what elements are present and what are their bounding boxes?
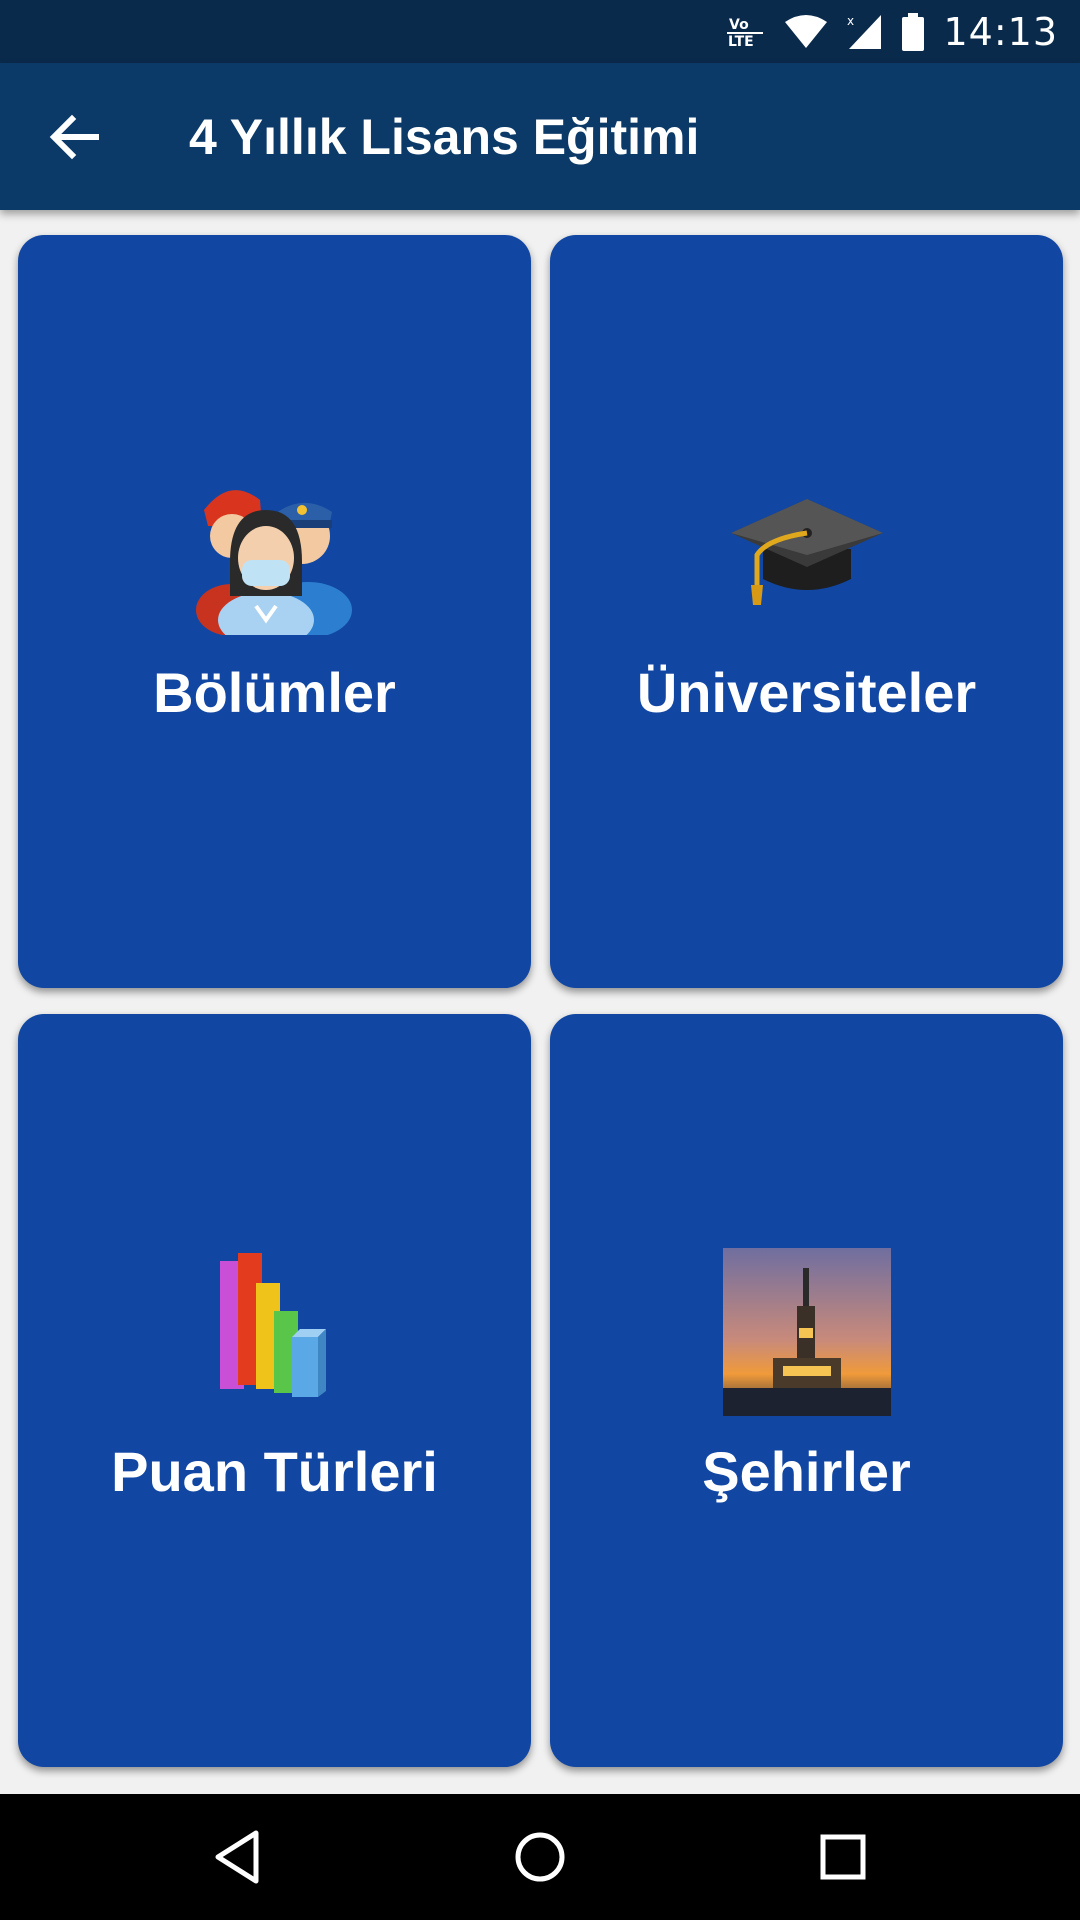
card-label: Üniversiteler (636, 661, 977, 724)
wifi-icon (783, 14, 829, 50)
status-time: 14:13 (943, 9, 1058, 54)
card-sehirler[interactable]: Şehirler (550, 1014, 1063, 1767)
battery-icon (901, 12, 925, 51)
svg-text:LTE: LTE (728, 34, 754, 50)
nav-back-button[interactable] (157, 1794, 317, 1920)
card-universiteler[interactable]: Üniversiteler (550, 235, 1063, 988)
back-button[interactable] (19, 82, 129, 192)
cell-signal-icon: x (847, 13, 883, 51)
recents-square-icon (820, 1834, 866, 1880)
professions-people-icon (18, 470, 531, 635)
page-title: 4 Yıllık Lisans Eğitimi (189, 108, 700, 165)
svg-text:x: x (847, 14, 854, 28)
bar-chart-icon (18, 1249, 531, 1414)
card-puan-turleri[interactable]: Puan Türleri (18, 1014, 531, 1767)
nav-home-button[interactable] (460, 1794, 620, 1920)
back-triangle-icon (215, 1830, 259, 1884)
card-bolumler[interactable]: Bölümler (18, 235, 531, 988)
svg-text:Vo: Vo (729, 17, 749, 33)
volte-icon: Vo LTE (725, 14, 765, 50)
maiden-tower-photo-icon (550, 1247, 1063, 1416)
card-label: Puan Türleri (111, 1440, 438, 1503)
home-circle-icon (515, 1832, 565, 1882)
card-label: Şehirler (702, 1440, 911, 1503)
status-bar: Vo LTE x 14:13 (0, 0, 1080, 63)
menu-grid: Bölümler Üniversiteler Puan Türleri Şehi… (18, 235, 1063, 1770)
nav-recents-button[interactable] (763, 1794, 923, 1920)
arrow-back-icon (49, 114, 99, 159)
system-nav-bar (0, 1794, 1080, 1920)
app-bar: 4 Yıllık Lisans Eğitimi (0, 63, 1080, 210)
graduation-cap-icon (550, 470, 1063, 635)
card-label: Bölümler (153, 661, 396, 724)
